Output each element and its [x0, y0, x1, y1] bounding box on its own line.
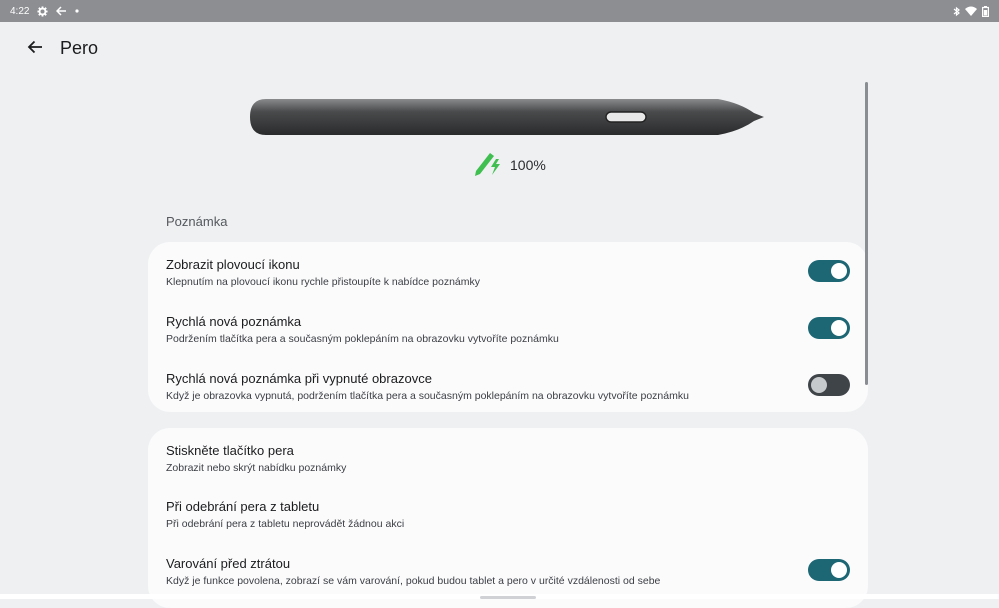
setting-loss-warning[interactable]: Varování před ztrátou Když je funkce pov…: [166, 556, 850, 588]
arrow-back-icon: [27, 40, 43, 59]
setting-title: Zobrazit plovoucí ikonu: [166, 257, 300, 272]
page-title: Pero: [60, 38, 99, 58]
app-bar: Pero: [0, 22, 999, 74]
dot-icon: [75, 9, 80, 13]
back-button[interactable]: [20, 34, 50, 64]
setting-quick-note[interactable]: Rychlá nová poznámka Podržením tlačítka …: [166, 314, 850, 346]
wifi-icon: [965, 6, 977, 16]
section-title-note: Poznámka: [166, 214, 228, 229]
setting-subtitle: Když je funkce povolena, zobrazí se vám …: [166, 575, 661, 587]
setting-title: Varování před ztrátou: [166, 556, 291, 571]
setting-subtitle: Zobrazit nebo skrýt nabídku poznámky: [166, 462, 347, 474]
setting-subtitle: Když je obrazovka vypnutá, podržením tla…: [166, 390, 689, 402]
setting-title: Stiskněte tlačítko pera: [166, 443, 294, 458]
setting-quick-note-screen-off[interactable]: Rychlá nová poznámka při vypnuté obrazov…: [166, 371, 850, 403]
quick-note-toggle[interactable]: [808, 317, 850, 339]
battery-icon: [982, 5, 989, 17]
battery-percentage: 100%: [510, 157, 546, 173]
setting-subtitle: Při odebrání pera z tabletu neprovádět ž…: [166, 518, 405, 530]
status-time: 4:22: [10, 5, 30, 17]
setting-floating-icon[interactable]: Zobrazit plovoucí ikonu Klepnutím na plo…: [166, 257, 850, 289]
pen-battery-status: 100%: [472, 150, 546, 180]
setting-title: Při odebrání pera z tabletu: [166, 499, 320, 514]
setting-subtitle: Podržením tlačítka pera a současným pokl…: [166, 333, 559, 345]
loss-warning-toggle[interactable]: [808, 559, 850, 581]
pen-behavior-card: Stiskněte tlačítko pera Zobrazit nebo sk…: [148, 428, 868, 608]
setting-title: Rychlá nová poznámka při vypnuté obrazov…: [166, 371, 432, 386]
floating-icon-toggle[interactable]: [808, 260, 850, 282]
scrollbar[interactable]: [865, 82, 868, 385]
setting-subtitle: Klepnutím na plovoucí ikonu rychle přist…: [166, 276, 481, 288]
note-settings-card: Zobrazit plovoucí ikonu Klepnutím na plo…: [148, 242, 868, 412]
setting-pen-removal[interactable]: Při odebrání pera z tabletu Při odebrání…: [166, 499, 850, 531]
pen-charging-icon: [472, 149, 504, 182]
setting-title: Rychlá nová poznámka: [166, 314, 302, 329]
bluetooth-icon: [953, 6, 960, 17]
stylus-pen-illustration: [248, 97, 768, 139]
gear-icon: [37, 5, 49, 17]
status-bar: 4:22: [0, 0, 999, 22]
back-arrow-icon: [56, 6, 67, 16]
setting-pen-button-press[interactable]: Stiskněte tlačítko pera Zobrazit nebo sk…: [166, 443, 850, 475]
quick-note-screen-off-toggle[interactable]: [808, 374, 850, 396]
